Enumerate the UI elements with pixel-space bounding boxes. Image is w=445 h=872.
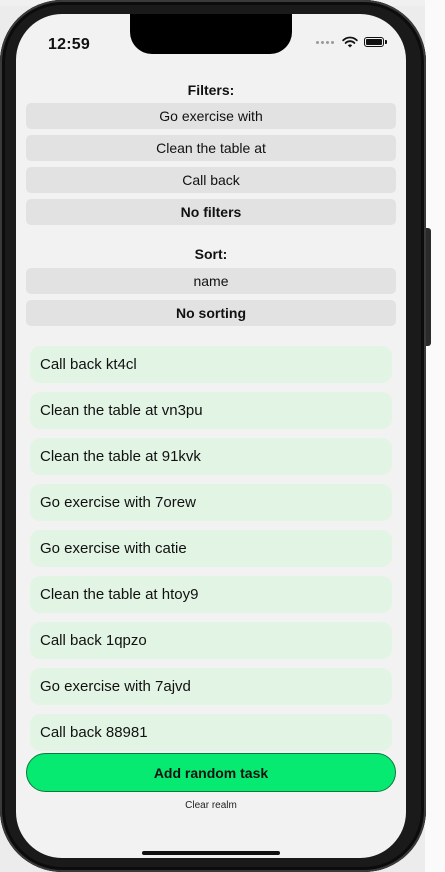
status-time: 12:59	[48, 36, 90, 53]
sort-button-name[interactable]: name	[26, 268, 396, 294]
sort-title: Sort:	[194, 246, 228, 262]
filter-button-go-exercise[interactable]: Go exercise with	[26, 103, 396, 129]
task-item[interactable]: Call back kt4cl	[30, 346, 392, 383]
add-random-task-button[interactable]: Add random task	[26, 753, 396, 792]
wifi-icon	[342, 36, 358, 48]
clear-realm-button[interactable]: Clear realm	[16, 800, 406, 811]
phone-screen: 12:59 Filters: Go exercise with Clean th…	[16, 14, 406, 858]
filter-button-call-back[interactable]: Call back	[26, 167, 396, 193]
task-item[interactable]: Call back 1qpzo	[30, 622, 392, 659]
canvas: 12:59 Filters: Go exercise with Clean th…	[0, 0, 445, 872]
no-sorting-button[interactable]: No sorting	[26, 300, 396, 326]
no-filters-button[interactable]: No filters	[26, 199, 396, 225]
task-item[interactable]: Clean the table at vn3pu	[30, 392, 392, 429]
status-icons	[316, 36, 387, 48]
task-item[interactable]: Go exercise with 7orew	[30, 484, 392, 521]
desktop-side	[425, 0, 445, 872]
task-item[interactable]: Go exercise with 7ajvd	[30, 668, 392, 705]
task-item[interactable]: Go exercise with catie	[30, 530, 392, 567]
notch	[130, 14, 292, 54]
task-item[interactable]: Call back 88981	[30, 714, 392, 751]
filter-button-clean-table[interactable]: Clean the table at	[26, 135, 396, 161]
phone-frame: 12:59 Filters: Go exercise with Clean th…	[0, 0, 426, 872]
task-item[interactable]: Clean the table at htoy9	[30, 576, 392, 613]
filters-title: Filters:	[187, 82, 235, 98]
home-indicator[interactable]	[142, 851, 280, 855]
task-item[interactable]: Clean the table at 91kvk	[30, 438, 392, 475]
signal-dots-icon	[316, 40, 334, 44]
battery-icon	[364, 37, 387, 47]
